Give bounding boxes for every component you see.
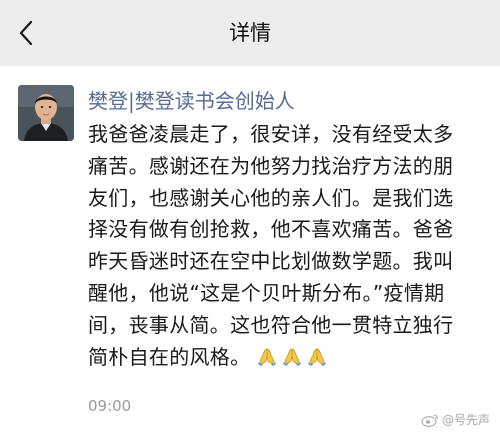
post-text-line: 择没有做有创抢救，他不喜欢痛苦。爸爸 bbox=[88, 217, 454, 242]
post-text: 我爸爸凌晨走了，很安详，没有经受太多 痛苦。感谢还在为他努力找治疗方法的朋 友们… bbox=[88, 119, 492, 373]
folded-hands-icon bbox=[308, 348, 327, 366]
folded-hands-icon bbox=[283, 348, 302, 366]
post-text-line: 间，丧事从简。这也符合他一贯特立独行 bbox=[88, 312, 454, 337]
folded-hands-icon bbox=[258, 348, 277, 366]
nav-bar: 详情 bbox=[0, 0, 500, 66]
weibo-icon bbox=[421, 413, 439, 427]
post-text-line: 痛苦。感谢还在为他努力找治疗方法的朋 bbox=[88, 153, 454, 178]
avatar-portrait bbox=[18, 85, 74, 141]
avatar[interactable] bbox=[18, 85, 74, 141]
post-text-line: 昨天昏迷时还在空中比划做数学题。我叫 bbox=[88, 249, 454, 274]
post-text-line: 我爸爸凌晨走了，很安详，没有经受太多 bbox=[88, 122, 454, 146]
moment-post: 樊登|樊登读书会创始人 我爸爸凌晨走了，很安详，没有经受太多 痛苦。感谢还在为他… bbox=[0, 66, 500, 440]
post-text-line: 醒他，他说“这是个贝叶斯分布。”疫情期 bbox=[88, 280, 445, 305]
author-name[interactable]: 樊登|樊登读书会创始人 bbox=[88, 87, 295, 115]
post-text-line-last: 简朴自在的风格。 bbox=[88, 342, 492, 374]
post-time: 09:00 bbox=[88, 397, 132, 415]
page-title: 详情 bbox=[229, 21, 271, 45]
watermark-text: @号先声 bbox=[441, 413, 490, 427]
watermark: @号先声 bbox=[421, 411, 490, 428]
post-text-line: 友们，也感谢关心他的亲人们。是我们选 bbox=[88, 185, 454, 210]
post-text-line: 简朴自在的风格。 bbox=[88, 344, 251, 369]
emoji-row bbox=[256, 345, 328, 367]
